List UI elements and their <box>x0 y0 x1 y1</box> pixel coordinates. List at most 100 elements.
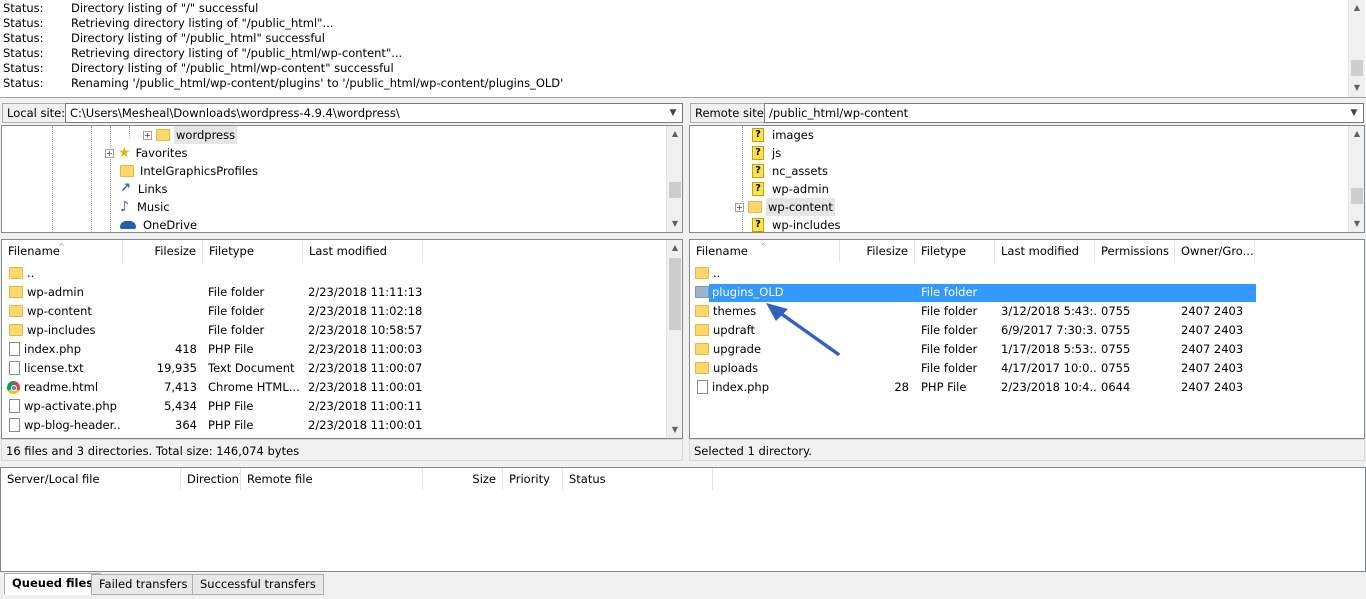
tree-item-js[interactable]: ? js <box>752 144 783 162</box>
table-row[interactable]: wp-activate.php 5,434 PHP File 2/23/2018… <box>2 397 666 416</box>
local-site-bar: Local site: C:\Users\Mesheal\Downloads\w… <box>0 101 684 125</box>
log-scrollbar[interactable]: ▲ ▼ <box>1348 0 1365 97</box>
table-row[interactable]: wp-admin File folder 2/23/2018 11:11:13.… <box>2 283 666 302</box>
table-row[interactable]: license.txt 19,935 Text Document 2/23/20… <box>2 359 666 378</box>
column-header-filesize[interactable]: Filesize <box>123 240 203 262</box>
column-header-filename[interactable]: Filename ^ <box>690 240 840 262</box>
remote-site-label: Remote site: <box>690 103 773 123</box>
unknown-folder-icon: ? <box>752 182 764 196</box>
tree-item-intelgraphicsprofiles[interactable]: IntelGraphicsProfiles <box>120 162 260 180</box>
column-header-filesize[interactable]: Filesize <box>840 240 915 262</box>
column-header-server-local-file[interactable]: Server/Local file <box>1 468 181 490</box>
table-row[interactable]: .. <box>690 264 1350 283</box>
sort-ascending-icon: ^ <box>760 242 767 251</box>
scroll-thumb[interactable] <box>1351 60 1363 76</box>
tree-item-onedrive[interactable]: OneDrive <box>120 216 199 232</box>
log-row: Status: Directory listing of "/public_htm… <box>3 31 325 45</box>
column-header-owner-group[interactable]: Owner/Gro... <box>1175 240 1255 262</box>
folder-icon <box>695 267 709 279</box>
file-icon <box>9 342 20 356</box>
column-header-size[interactable]: Size <box>423 468 503 490</box>
tab-queued-files[interactable]: Queued files <box>4 573 102 595</box>
table-row[interactable]: wp-includes File folder 2/23/2018 10:58:… <box>2 321 666 340</box>
chevron-down-icon[interactable]: ▼ <box>666 104 680 122</box>
column-header-filename[interactable]: Filename ^ <box>2 240 123 262</box>
table-row[interactable]: index.php 28 PHP File 2/23/2018 10:4... … <box>690 378 1350 397</box>
expand-icon[interactable]: + <box>105 148 114 158</box>
expand-icon[interactable]: + <box>143 130 152 140</box>
remote-directory-tree[interactable]: ? images ? js ? nc_assets ? wp-admin + w… <box>689 125 1365 233</box>
file-icon <box>9 418 20 432</box>
transfer-queue[interactable]: Server/Local file Direction Remote file … <box>0 467 1366 572</box>
column-header-last-modified[interactable]: Last modified <box>995 240 1095 262</box>
tree-item-images[interactable]: ? images <box>752 126 816 144</box>
folder-icon <box>695 324 709 336</box>
music-note-icon: ♪ <box>120 199 129 215</box>
local-directory-tree[interactable]: + wordpress + ★ Favorites IntelGraphicsP… <box>1 125 683 233</box>
scroll-down-icon[interactable]: ▼ <box>1349 80 1365 96</box>
chevron-down-icon[interactable]: ▼ <box>1347 104 1361 122</box>
scroll-up-icon[interactable]: ▲ <box>667 240 682 256</box>
log-row: Status: Retrieving directory listing of "… <box>3 16 334 30</box>
local-site-label: Local site: <box>2 103 71 123</box>
message-log: Status: Directory listing of "/" successf… <box>0 0 1366 98</box>
local-list-scrollbar[interactable]: ▲ ▼ <box>666 240 682 438</box>
column-header-priority[interactable]: Priority <box>503 468 563 490</box>
file-icon <box>9 361 20 375</box>
column-header-last-modified[interactable]: Last modified <box>303 240 423 262</box>
tab-successful-transfers[interactable]: Successful transfers <box>192 574 324 595</box>
column-header-status[interactable]: Status <box>563 468 713 490</box>
local-tree-scrollbar[interactable]: ▲ ▼ <box>666 126 682 232</box>
log-row: Status: Directory listing of "/" successf… <box>3 1 259 15</box>
log-row: Status: Directory listing of "/public_htm… <box>3 61 394 75</box>
tree-item-wp-admin[interactable]: ? wp-admin <box>752 180 831 198</box>
scroll-thumb[interactable] <box>1351 188 1363 204</box>
scroll-down-icon[interactable]: ▼ <box>1349 216 1364 232</box>
folder-icon <box>156 129 170 141</box>
local-site-path-combo[interactable]: C:\Users\Mesheal\Downloads\wordpress-4.9… <box>65 103 683 123</box>
link-arrow-icon: ↗ <box>120 181 131 196</box>
scroll-up-icon[interactable]: ▲ <box>1349 126 1364 142</box>
tree-item-wordpress[interactable]: + wordpress <box>143 126 238 144</box>
table-row[interactable]: wp-blog-header... 364 PHP File 2/23/2018… <box>2 416 666 435</box>
table-row[interactable]: readme.html 7,413 Chrome HTML... 2/23/20… <box>2 378 666 397</box>
scroll-down-icon[interactable]: ▼ <box>667 216 682 232</box>
file-icon <box>697 380 708 394</box>
remote-site-path: /public_html/wp-content <box>769 106 909 120</box>
column-header-remote-file[interactable]: Remote file <box>241 468 423 490</box>
folder-icon <box>695 286 709 298</box>
column-header-direction[interactable]: Direction <box>181 468 241 490</box>
local-site-path: C:\Users\Mesheal\Downloads\wordpress-4.9… <box>70 106 400 120</box>
folder-icon <box>9 286 23 298</box>
chrome-icon <box>7 381 20 394</box>
remote-site-bar: Remote site: /public_html/wp-content ▼ <box>688 101 1366 125</box>
folder-icon <box>120 165 134 177</box>
remote-status-bar: Selected 1 directory. <box>689 439 1365 461</box>
unknown-folder-icon: ? <box>752 146 764 160</box>
remote-tree-scrollbar[interactable]: ▲ ▼ <box>1348 126 1364 232</box>
column-header-permissions[interactable]: Permissions <box>1095 240 1175 262</box>
remote-file-list[interactable]: Filename ^ Filesize Filetype Last modifie… <box>689 239 1365 439</box>
tree-item-favorites[interactable]: + ★ Favorites <box>105 144 190 162</box>
local-file-list[interactable]: Filename ^ Filesize Filetype Last modifie… <box>1 239 683 439</box>
table-row[interactable]: .. <box>2 264 666 283</box>
scroll-up-icon[interactable]: ▲ <box>667 126 682 142</box>
scroll-thumb[interactable] <box>669 182 681 198</box>
scroll-thumb[interactable] <box>669 258 681 330</box>
tree-item-music[interactable]: ♪ Music <box>120 198 172 216</box>
tree-item-wp-content[interactable]: + wp-content <box>735 198 835 216</box>
remote-site-path-combo[interactable]: /public_html/wp-content ▼ <box>764 103 1364 123</box>
tree-item-links[interactable]: ↗ Links <box>120 180 169 198</box>
log-row: Status: Retrieving directory listing of "… <box>3 46 403 60</box>
scroll-down-icon[interactable]: ▼ <box>667 422 682 438</box>
table-row[interactable]: wp-content File folder 2/23/2018 11:02:1… <box>2 302 666 321</box>
tree-item-wp-includes[interactable]: ? wp-includes <box>752 216 843 232</box>
scroll-up-icon[interactable]: ▲ <box>1349 0 1365 16</box>
star-icon: ★ <box>118 145 131 161</box>
column-header-filetype[interactable]: Filetype <box>915 240 995 262</box>
tree-item-nc-assets[interactable]: ? nc_assets <box>752 162 830 180</box>
expand-icon[interactable]: + <box>735 202 744 212</box>
tab-failed-transfers[interactable]: Failed transfers <box>91 574 196 595</box>
column-header-filetype[interactable]: Filetype <box>203 240 303 262</box>
table-row[interactable]: index.php 418 PHP File 2/23/2018 11:00:0… <box>2 340 666 359</box>
